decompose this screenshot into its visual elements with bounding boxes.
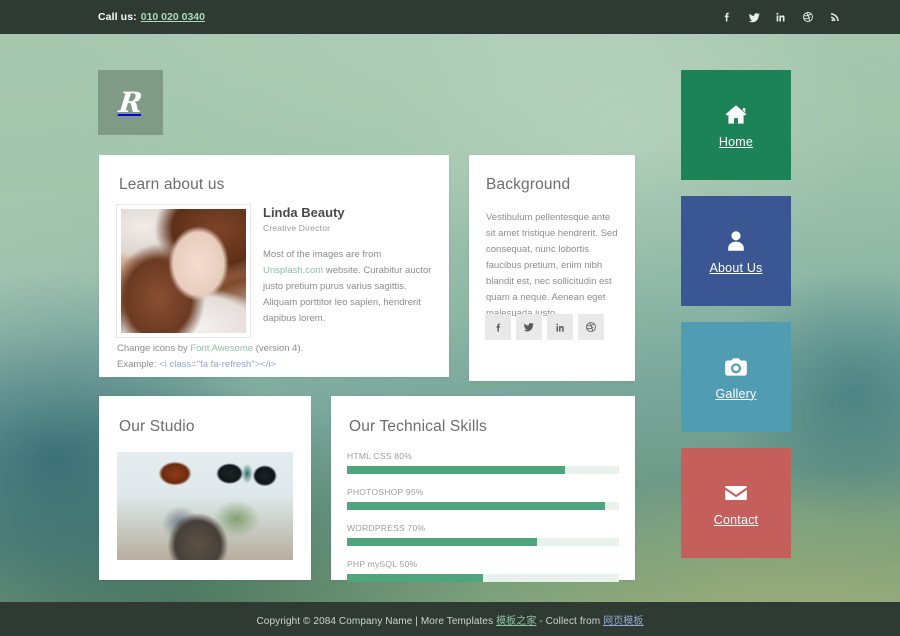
user-icon	[723, 228, 749, 254]
background-card-body: Vestibulum pellentesque ante sit amet tr…	[486, 210, 621, 322]
font-awesome-link[interactable]: Font Awesome	[190, 343, 253, 354]
skill-row: PHP mySQL 50%	[347, 559, 619, 582]
nav-tile-gallery[interactable]: Gallery	[681, 322, 791, 432]
nav-tile-contact[interactable]: Contact	[681, 448, 791, 558]
rss-icon[interactable]	[828, 10, 842, 24]
skill-label: HTML CSS 80%	[347, 451, 619, 461]
footer-collect-from: - Collect from	[536, 616, 603, 627]
skill-progress-track	[347, 502, 619, 510]
logo-mark: R	[117, 89, 143, 117]
nav-tile-home[interactable]: Home	[681, 70, 791, 180]
footer-text: Copyright © 2084 Company Name | More Tem…	[256, 612, 643, 627]
card-title-background: Background	[486, 176, 570, 194]
team-member-photo	[117, 205, 250, 337]
unsplash-link[interactable]: Unsplash.com	[263, 265, 323, 276]
skill-progress-track	[347, 574, 619, 582]
card-title-studio: Our Studio	[119, 418, 195, 436]
skill-progress-fill	[347, 502, 605, 510]
background-card: Background Vestibulum pellentesque ante …	[469, 155, 635, 381]
skill-progress-track	[347, 466, 619, 474]
skill-progress-fill	[347, 466, 565, 474]
footer-link-templates[interactable]: 模板之家	[496, 616, 536, 627]
skill-progress-track	[347, 538, 619, 546]
icons-note-post: (version 4).	[253, 343, 303, 354]
twitter-icon[interactable]	[747, 10, 761, 24]
skill-progress-fill	[347, 538, 537, 546]
topbar-social-links	[720, 10, 842, 24]
facebook-icon[interactable]	[485, 314, 511, 340]
our-studio-card: Our Studio	[99, 396, 311, 580]
skill-row: HTML CSS 80%	[347, 451, 619, 474]
skill-row: WORDPRESS 70%	[347, 523, 619, 546]
linkedin-icon[interactable]	[774, 10, 788, 24]
linkedin-icon[interactable]	[547, 314, 573, 340]
envelope-icon	[723, 480, 749, 506]
about-icons-note: Change icons by Font Awesome (version 4)…	[117, 341, 433, 373]
nav-tile-label: About Us	[709, 261, 762, 275]
example-label: Example:	[117, 359, 159, 370]
technical-skills-card: Our Technical Skills HTML CSS 80% PHOTOSH…	[331, 396, 635, 580]
studio-photo	[117, 452, 293, 560]
skill-label: PHP mySQL 50%	[347, 559, 619, 569]
skill-label: WORDPRESS 70%	[347, 523, 619, 533]
site-logo[interactable]: R	[98, 70, 163, 135]
nav-tile-label: Contact	[714, 513, 758, 527]
icons-note-pre: Change icons by	[117, 343, 190, 354]
skill-label: PHOTOSHOP 95%	[347, 487, 619, 497]
footer-copyright: Copyright © 2084 Company Name | More Tem…	[256, 616, 496, 627]
skills-list: HTML CSS 80% PHOTOSHOP 95% WORDPRESS 70% PH…	[347, 451, 619, 582]
page-root: Call us: 010 020 0340 R Learn about us	[0, 0, 900, 636]
facebook-icon[interactable]	[720, 10, 734, 24]
card-title-about: Learn about us	[119, 176, 225, 194]
twitter-icon[interactable]	[516, 314, 542, 340]
card-title-skills: Our Technical Skills	[349, 418, 487, 436]
learn-about-us-card: Learn about us Linda Beauty Creative Dir…	[99, 155, 449, 377]
example-code: <i class="fa fa-refresh"></i>	[159, 359, 276, 370]
about-paragraph-pre: Most of the images are from	[263, 249, 381, 260]
footer-link-source[interactable]: 网页模板	[603, 616, 643, 627]
nav-tile-label: Gallery	[716, 387, 757, 401]
nav-tiles: Home About Us Gallery Contact	[681, 70, 791, 574]
dribbble-icon[interactable]	[578, 314, 604, 340]
nav-tile-about-us[interactable]: About Us	[681, 196, 791, 306]
call-us-label: Call us:	[98, 11, 137, 23]
skill-progress-fill	[347, 574, 483, 582]
background-card-social-buttons	[485, 314, 604, 340]
camera-icon	[723, 354, 749, 380]
dribbble-icon[interactable]	[801, 10, 815, 24]
phone-number-link[interactable]: 010 020 0340	[141, 11, 205, 23]
footer: Copyright © 2084 Company Name | More Tem…	[0, 602, 900, 636]
top-bar: Call us: 010 020 0340	[0, 0, 900, 34]
nav-tile-label: Home	[719, 135, 753, 149]
skill-row: PHOTOSHOP 95%	[347, 487, 619, 510]
home-icon	[723, 102, 749, 128]
about-card-body: Linda Beauty Creative Director Most of t…	[117, 205, 433, 373]
